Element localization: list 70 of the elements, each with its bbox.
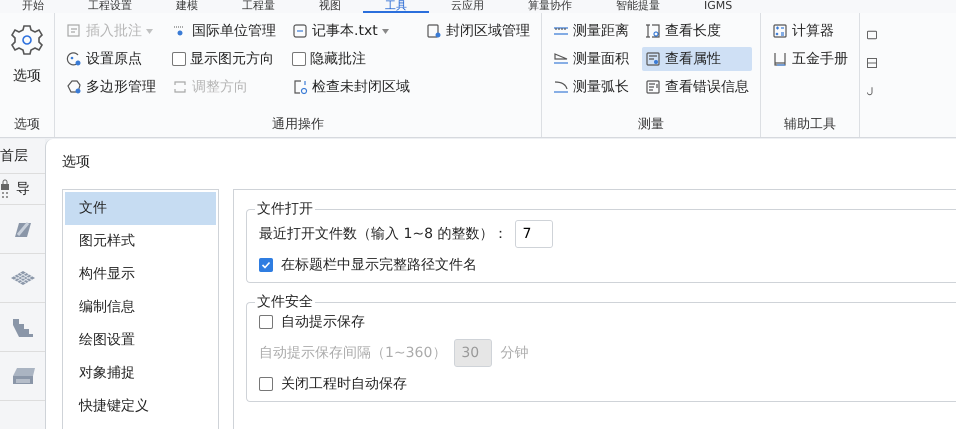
section-title: 文件安全 [256,293,314,311]
checkbox[interactable] [292,52,306,66]
ribbon-tab[interactable]: 云应用 [429,0,506,13]
calculator-icon [772,23,788,39]
checkbox[interactable] [259,377,273,391]
ribbon-button[interactable]: 多边形管理 [63,75,159,99]
options-category[interactable]: 文件 [65,192,216,225]
ribbon-button[interactable]: 检查未封闭区域 [289,75,413,99]
options-category[interactable]: 图元样式 [65,225,216,258]
options-category[interactable]: 绘图设置 [65,324,216,357]
lock-icon [0,179,10,199]
field-label: 自动提示保存间隔（1~360） [259,344,446,362]
checkbox[interactable] [259,258,273,272]
settings-icon [10,23,44,57]
group-title: 选项 [13,116,41,134]
options-button[interactable]: 选项 [8,19,46,115]
number-field[interactable]: 7 [515,220,554,248]
polygon-icon [66,79,82,95]
ribbon-button[interactable]: 封闭区域管理 [423,19,533,43]
text-file-icon [292,23,308,39]
ribbon-button[interactable]: 测量距离 [550,19,632,43]
ribbon-button[interactable]: 查看错误信息 [642,75,752,99]
options-category[interactable]: 构件显示 [65,258,216,291]
ribbon-tab[interactable]: 工程量 [220,0,297,13]
ribbon-button[interactable]: 测量弧长 [550,75,632,99]
comment-icon [66,23,82,39]
ribbon-button[interactable]: 计算器 [769,19,851,43]
section-title: 文件打开 [256,200,314,218]
ribbon-tab[interactable]: 工程设置 [66,0,154,13]
checkbox-label: 显示图元方向 [190,50,274,68]
options-category[interactable]: 快捷键定义 [65,390,216,423]
navigation-label: 导 [16,180,30,198]
origin-icon [66,51,82,67]
handbook-icon [772,51,788,67]
error-list-icon [645,79,661,95]
properties-icon [645,51,661,67]
ribbon-tab[interactable]: 算量协作 [506,0,594,13]
checkbox-label: 自动提示保存 [281,313,365,331]
checkbox-label: 隐藏批注 [310,50,366,68]
list-icon [866,55,878,71]
region-check-icon [292,79,308,95]
checkmark-icon [261,260,271,270]
group-title: 辅助工具 [783,116,837,134]
checkbox[interactable] [172,52,186,66]
dialog-title: 选项 [61,153,91,172]
ribbon-tab[interactable]: 智能提量 [594,0,682,13]
group-title: 测量 [637,116,665,134]
length-icon [645,23,661,39]
checkbox-label: 在标题栏中显示完整路径文件名 [281,256,477,274]
checkbox[interactable] [259,315,273,329]
options-category[interactable]: 对象捕捉 [65,357,216,390]
group-title: 通用操作 [271,116,325,134]
ribbon-button[interactable]: 记事本.txt [289,19,413,43]
ribbon-tab[interactable]: 视图 [297,0,363,13]
arc-measure-icon [553,79,569,95]
unit-label: 分钟 [500,344,528,362]
ribbon-button[interactable]: 国际单位管理 [169,19,279,43]
rotate-icon [172,79,188,95]
field-label: 最近打开文件数（输入 1~8 的整数）： [259,225,508,243]
ribbon-button[interactable]: 测量面积 [550,47,632,71]
ribbon-button[interactable]: 查看属性 [642,47,752,71]
checkbox-label: 关闭工程时自动保存 [281,375,407,393]
ribbon-button[interactable]: 设置原点 [63,47,159,71]
ribbon-tab[interactable]: IGMS [682,0,754,13]
ribbon-button[interactable]: 查看长度 [642,19,752,43]
ribbon-tab[interactable]: 建模 [154,0,220,13]
ribbon-button[interactable]: 五金手册 [769,47,851,71]
ribbon-tab[interactable]: 开始 [0,0,66,13]
options-category[interactable]: 编制信息 [65,291,216,324]
region-icon [426,23,442,39]
